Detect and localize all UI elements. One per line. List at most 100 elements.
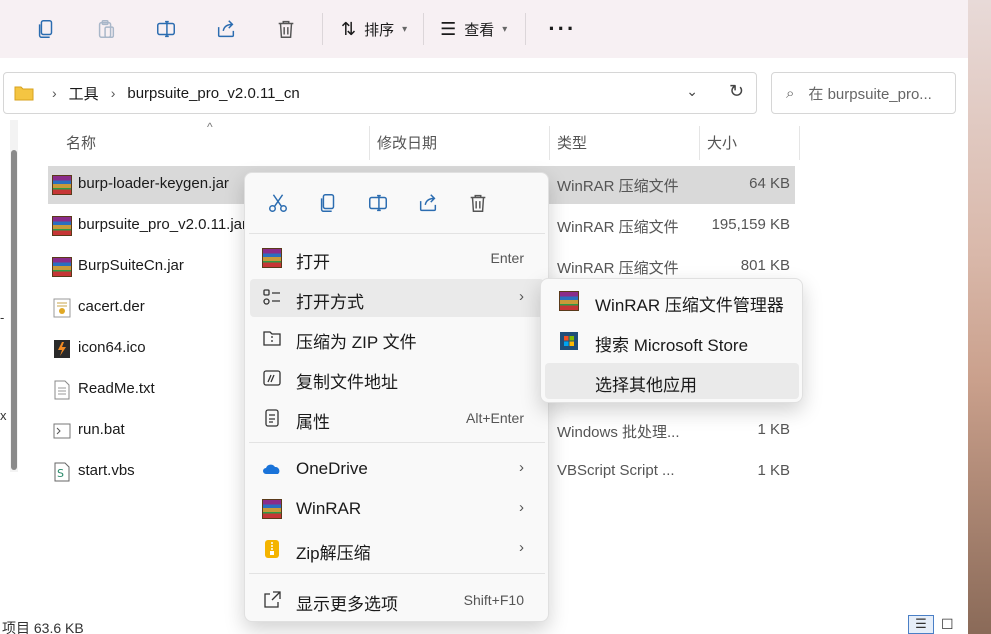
chevron-right-icon: › — [519, 539, 524, 556]
file-name: cacert.der — [78, 298, 145, 315]
more-options-button[interactable]: ··· — [532, 16, 592, 42]
chevron-right-icon: › — [519, 499, 524, 516]
address-row: › 工具 › burpsuite_pro_v2.0.11_cn ⌄ ↻ ⌕ 在 … — [0, 58, 968, 120]
file-size: 64 KB — [749, 175, 790, 192]
file-name: burp-loader-keygen.jar — [78, 175, 229, 192]
column-divider[interactable] — [549, 126, 550, 160]
folder-icon — [14, 86, 34, 101]
chevron-down-icon: ▾ — [502, 23, 508, 35]
rename-button[interactable] — [136, 9, 196, 49]
submenu-item-label: 选择其他应用 — [595, 376, 697, 395]
breadcrumb-item-current[interactable]: burpsuite_pro_v2.0.11_cn — [127, 85, 299, 102]
menu-item-shortcut: Enter — [490, 250, 524, 266]
nav-pane-edge-text: - — [0, 310, 5, 325]
winrar-icon — [52, 216, 72, 236]
cut-button[interactable] — [253, 183, 303, 223]
submenu-item-winrar-manager[interactable]: WinRAR 压缩文件管理器 — [545, 283, 799, 319]
copy-path-icon — [263, 370, 281, 386]
chevron-right-icon: › — [519, 459, 524, 476]
submenu-item-label: 搜索 Microsoft Store — [595, 336, 749, 355]
chevron-down-icon[interactable]: ⌄ — [686, 83, 698, 100]
submenu-item-choose-app[interactable]: 选择其他应用 — [545, 363, 799, 399]
zip-folder-icon — [263, 331, 281, 346]
column-header-type[interactable]: 类型 — [557, 120, 587, 164]
menu-item-label: 显示更多选项 — [296, 595, 398, 614]
view-list-icon: ☰ — [440, 18, 457, 39]
breadcrumb-separator-icon: › — [52, 85, 57, 101]
menu-item-compress-zip[interactable]: 压缩为 ZIP 文件 — [250, 319, 544, 357]
properties-icon — [265, 409, 279, 427]
menu-divider — [249, 573, 545, 574]
copy-icon — [320, 194, 335, 212]
delete-button[interactable] — [256, 9, 316, 49]
file-size: 195,159 KB — [711, 216, 790, 233]
svg-text:S: S — [57, 467, 64, 480]
search-placeholder: 在 burpsuite_pro... — [808, 85, 932, 103]
submenu-item-search-store[interactable]: 搜索 Microsoft Store — [545, 323, 799, 359]
menu-item-shortcut: Alt+Enter — [466, 410, 524, 426]
sort-label: 排序 — [364, 21, 395, 39]
address-bar[interactable]: › 工具 › burpsuite_pro_v2.0.11_cn ⌄ ↻ — [3, 72, 757, 114]
open-with-icon — [263, 289, 280, 305]
paste-button[interactable] — [76, 9, 136, 49]
share-icon — [419, 194, 437, 212]
column-divider[interactable] — [699, 126, 700, 160]
paste-icon — [98, 20, 115, 38]
menu-item-open[interactable]: 打开 Enter — [250, 239, 544, 277]
refresh-icon[interactable]: ↻ — [729, 81, 744, 102]
file-name: icon64.ico — [78, 339, 146, 356]
view-menu-button[interactable]: ☰ 查看 ▾ — [428, 9, 519, 49]
column-header-name[interactable]: 名称 — [66, 120, 96, 164]
column-header-modified[interactable]: 修改日期 — [377, 120, 437, 164]
certificate-icon — [53, 298, 71, 318]
details-view-icon[interactable]: ☰ — [908, 615, 934, 634]
menu-item-shortcut: Shift+F10 — [463, 592, 524, 608]
menu-item-zip-extract[interactable]: Zip解压缩 › — [250, 530, 544, 568]
sort-menu-button[interactable]: ⇅ 排序 ▾ — [329, 9, 419, 49]
tiles-view-icon[interactable]: ☐ — [941, 616, 954, 633]
menu-item-properties[interactable]: 属性 Alt+Enter — [250, 399, 544, 437]
batch-file-icon — [53, 423, 71, 439]
sort-icon: ⇅ — [341, 18, 357, 39]
menu-item-winrar[interactable]: WinRAR › — [250, 490, 544, 528]
copy-button[interactable] — [303, 183, 353, 223]
file-name: run.bat — [78, 421, 125, 438]
scrollbar-thumb[interactable] — [11, 150, 17, 470]
menu-item-copy-path[interactable]: 复制文件地址 — [250, 359, 544, 397]
rename-icon — [369, 194, 387, 212]
menu-item-open-with[interactable]: 打开方式 › — [250, 279, 544, 317]
column-divider[interactable] — [799, 126, 800, 160]
search-icon: ⌕ — [786, 84, 795, 102]
file-name: burpsuite_pro_v2.0.11.jar — [78, 216, 247, 233]
file-name: ReadMe.txt — [78, 380, 155, 397]
file-size: 1 KB — [757, 421, 790, 438]
more-options-icon — [264, 591, 281, 608]
open-with-submenu: WinRAR 压缩文件管理器 搜索 Microsoft Store 选择其他应用 — [540, 278, 803, 403]
file-type: WinRAR 压缩文件 — [557, 219, 679, 236]
menu-item-label: 打开方式 — [296, 293, 364, 312]
column-header-size[interactable]: 大小 — [707, 120, 737, 164]
status-text: 项目 63.6 KB — [2, 620, 84, 634]
breadcrumb-item-tools[interactable]: 工具 — [69, 83, 99, 104]
winrar-icon — [52, 175, 72, 195]
column-divider[interactable] — [369, 126, 370, 160]
rename-button[interactable] — [353, 183, 403, 223]
winrar-icon — [262, 248, 282, 268]
nav-pane-scrollbar[interactable] — [10, 120, 18, 472]
file-size: 801 KB — [740, 257, 790, 274]
image-icon — [54, 340, 70, 358]
menu-item-show-more[interactable]: 显示更多选项 Shift+F10 — [250, 581, 544, 619]
toolbar-divider — [423, 13, 425, 45]
file-type: WinRAR 压缩文件 — [557, 178, 679, 195]
chevron-right-icon: › — [519, 288, 524, 305]
menu-item-label: WinRAR — [296, 499, 362, 518]
share-button[interactable] — [403, 183, 453, 223]
share-button[interactable] — [196, 9, 256, 49]
sort-ascending-icon: ^ — [207, 120, 213, 134]
search-box[interactable]: ⌕ 在 burpsuite_pro... — [771, 72, 956, 114]
delete-button[interactable] — [453, 183, 503, 223]
view-label: 查看 — [464, 21, 495, 39]
menu-item-onedrive[interactable]: OneDrive › — [250, 450, 544, 488]
copy-button[interactable] — [16, 9, 76, 49]
chevron-down-icon: ▾ — [402, 23, 408, 35]
